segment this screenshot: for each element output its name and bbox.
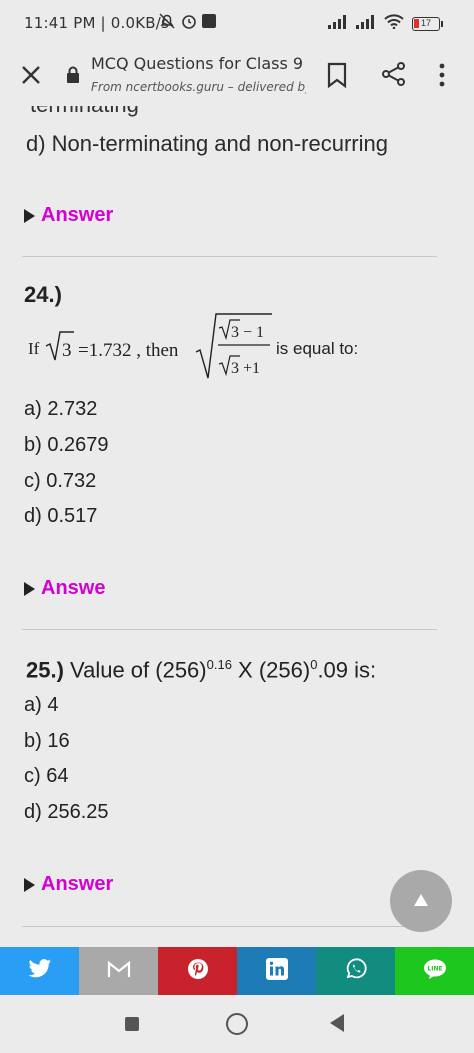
- status-bar: 11:41 PM | 0.0KB/s 17: [0, 0, 474, 44]
- linkedin-icon: [265, 957, 288, 985]
- q24-option-b: b) 0.2679: [24, 434, 109, 456]
- wifi-icon: [384, 14, 404, 34]
- answer-label: Answer: [41, 873, 114, 895]
- q24-option-d: d) 0.517: [24, 505, 98, 527]
- signal-icon-2: [356, 14, 376, 34]
- answer-toggle-3[interactable]: Answer: [24, 873, 113, 896]
- q24-given: =1.732 , then: [78, 340, 179, 361]
- q25-option-a: a) 4: [24, 694, 59, 716]
- divider: [22, 629, 437, 630]
- disclosure-triangle-icon: [24, 208, 35, 223]
- gmail-icon: [107, 960, 131, 983]
- share-twitter-button[interactable]: [0, 947, 79, 995]
- close-icon[interactable]: [16, 60, 46, 90]
- svg-text:3 +1: 3 +1: [231, 360, 260, 377]
- question-24-number: 24.): [24, 282, 62, 307]
- whatsapp-icon: [344, 957, 368, 986]
- q25-exponent-1: 0.16: [206, 657, 232, 672]
- q25-text-c: .09 is:: [317, 657, 377, 683]
- status-time: 11:41 PM | 0.0KB/s: [24, 14, 170, 32]
- back-button[interactable]: [330, 1014, 344, 1032]
- lock-icon: [66, 66, 80, 89]
- page-subtitle: From ncertbooks.guru – delivered by Goog…: [91, 80, 306, 94]
- status-right: 17: [328, 14, 443, 34]
- twitter-icon: [28, 958, 52, 984]
- system-nav-bar: [0, 995, 474, 1053]
- q24-suffix: is equal to:: [276, 339, 358, 358]
- share-bar: LINE: [0, 947, 474, 995]
- disclosure-triangle-icon: [24, 877, 35, 892]
- q25-option-b: b) 16: [24, 730, 70, 752]
- svg-text:3: 3: [62, 340, 72, 361]
- home-button[interactable]: [226, 1013, 248, 1035]
- share-line-button[interactable]: LINE: [395, 947, 474, 995]
- share-icon[interactable]: [380, 60, 408, 93]
- share-gmail-button[interactable]: [79, 947, 158, 995]
- page-content: terminating d) Non-terminating and non-r…: [0, 106, 474, 946]
- scroll-to-top-button[interactable]: [390, 870, 452, 932]
- alarm-icon: [180, 12, 198, 35]
- svg-text:3 − 1: 3 − 1: [231, 324, 264, 341]
- question-24-text: If 3 =1.732 , then 3 − 1 3 +1 is equal t…: [24, 308, 444, 393]
- battery-level: 17: [420, 18, 431, 28]
- answer-label: Answe: [41, 577, 106, 599]
- svg-text:LINE: LINE: [427, 965, 442, 972]
- share-whatsapp-button[interactable]: [316, 947, 395, 995]
- signal-icon: [328, 14, 348, 34]
- q25-text-b: X (256): [231, 657, 311, 683]
- recent-apps-button[interactable]: [125, 1017, 139, 1031]
- silent-bell-icon: [158, 12, 176, 35]
- share-linkedin-button[interactable]: [237, 947, 316, 995]
- answer-toggle-2[interactable]: Answe: [24, 577, 105, 600]
- q25-option-d: d) 256.25: [24, 801, 109, 823]
- app-notification-icon: [202, 14, 216, 33]
- q24-option-c: c) 0.732: [24, 470, 97, 492]
- answer-toggle-1[interactable]: Answer: [24, 204, 113, 227]
- divider: [22, 256, 437, 257]
- divider: [22, 926, 437, 927]
- share-pinterest-button[interactable]: [158, 947, 237, 995]
- question-25-number: 25.): [26, 657, 64, 683]
- q25-option-c: c) 64: [24, 765, 69, 787]
- question-25-text: 25.) Value of (256)0.16 X (256)0.09 is:: [26, 657, 376, 683]
- page-title[interactable]: MCQ Questions for Class 9 Mat...: [91, 54, 309, 73]
- q24-prefix: If: [28, 339, 40, 358]
- bookmark-icon[interactable]: [324, 61, 350, 94]
- browser-toolbar: MCQ Questions for Class 9 Mat... From nc…: [0, 44, 474, 106]
- previous-option-fragment: terminating: [30, 106, 139, 118]
- q25-text-a: Value of (256): [70, 657, 207, 683]
- arrow-up-icon: [414, 894, 428, 906]
- line-icon: LINE: [422, 958, 448, 985]
- q24-option-a: a) 2.732: [24, 398, 98, 420]
- battery-icon: 17: [412, 17, 443, 31]
- disclosure-triangle-icon: [24, 581, 35, 596]
- previous-option-d: d) Non-terminating and non-recurring: [26, 131, 388, 156]
- answer-label: Answer: [41, 204, 114, 226]
- pinterest-icon: [186, 957, 210, 986]
- more-menu-icon[interactable]: [438, 62, 446, 93]
